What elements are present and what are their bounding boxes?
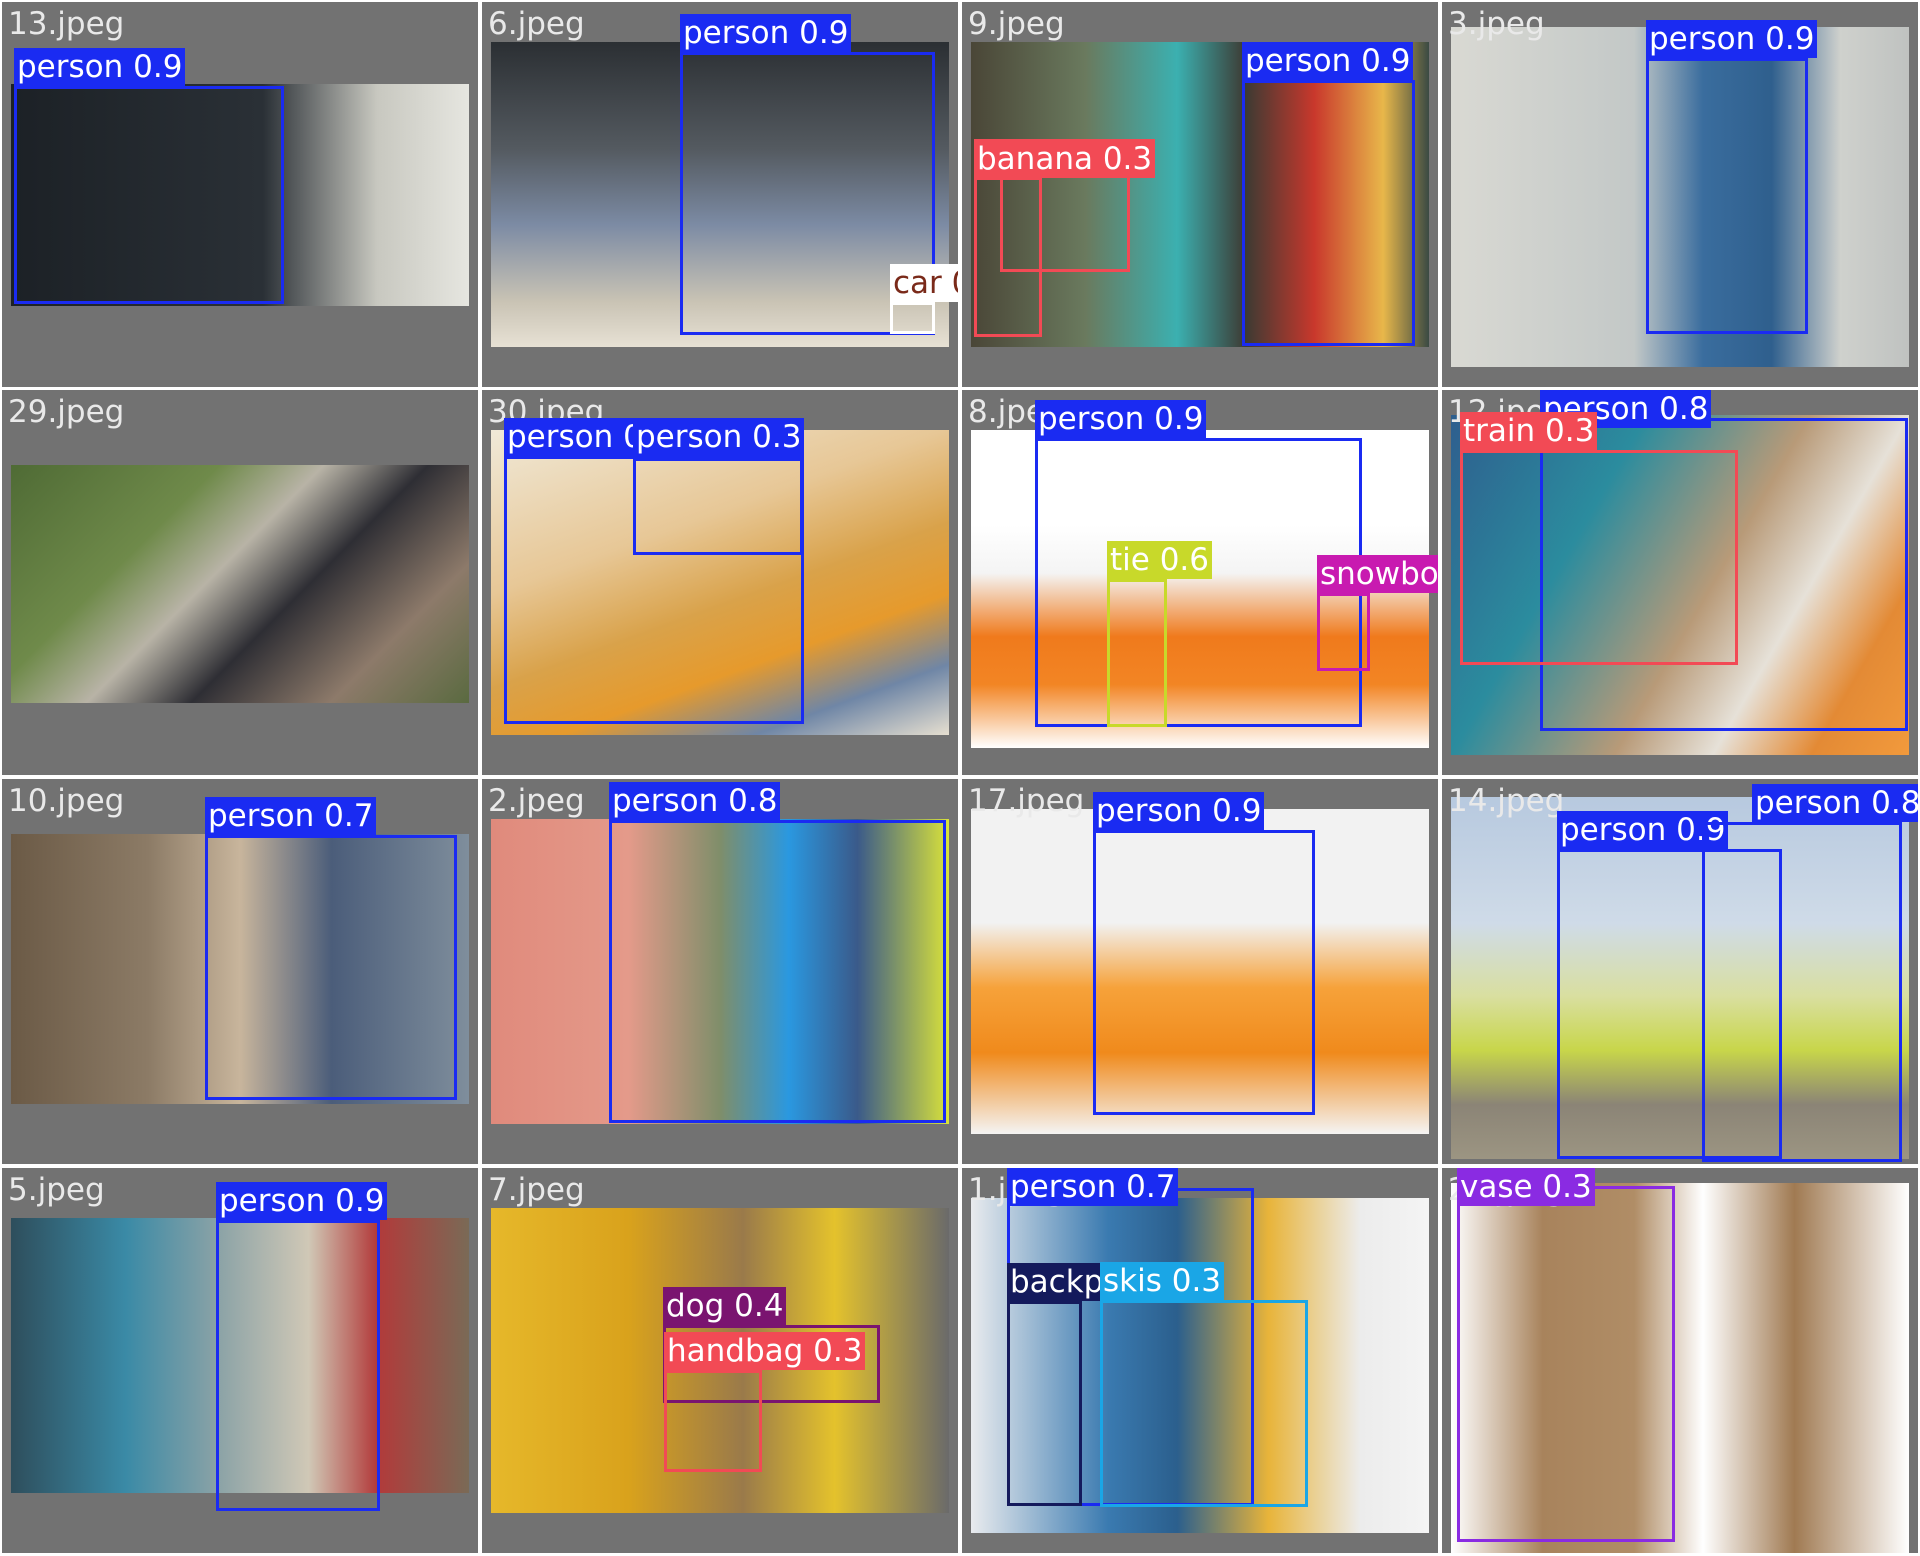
tile-8: 8.jpegperson 0.9tie 0.6snowboard 0.3	[962, 390, 1438, 775]
detection-label: person 0.9	[216, 1182, 388, 1220]
tile-13: 13.jpeg person 0.9	[2, 2, 478, 387]
detection-label: person 0.9	[1242, 42, 1414, 80]
detection-mosaic: 13.jpeg person 0.9 6.jpeg person 0.9 car 0.4…	[0, 0, 1920, 1556]
detection-label: train 0.3	[1460, 412, 1598, 450]
detection-label: car 0.4	[890, 264, 958, 302]
tile-filename: 14.jpeg	[1448, 783, 1565, 819]
detection-box	[890, 302, 935, 334]
tile-17: 17.jpeg person 0.9	[962, 779, 1438, 1164]
detection-box	[1457, 1186, 1675, 1542]
tile-1: 1.jpegperson 0.7backpack 0.4skis 0.3	[962, 1168, 1438, 1553]
detection-label: vase 0.3	[1457, 1168, 1595, 1206]
tile-filename: 2.jpeg	[488, 783, 585, 819]
detection-label: person 0.9	[1035, 400, 1207, 438]
detection-label: dog 0.4	[663, 1287, 787, 1325]
tile-filename: 5.jpeg	[8, 1172, 105, 1208]
tile-filename: 9.jpeg	[968, 6, 1065, 42]
tile-12: 12.jpegperson 0.8train 0.3	[1442, 390, 1918, 775]
detection-box	[1317, 593, 1370, 671]
tile-6: 6.jpeg person 0.9 car 0.4	[482, 2, 958, 387]
tile-3: 3.jpeg person 0.9	[1442, 2, 1918, 387]
detection-box	[1702, 822, 1902, 1162]
tile-filename: 29.jpeg	[8, 394, 125, 430]
detection-label: tie 0.6	[1107, 541, 1212, 579]
detection-label: skis 0.3	[1100, 1262, 1225, 1300]
detection-box	[1035, 438, 1362, 727]
tile-9: 9.jpegbanana 0.8banana 0.3person 0.9	[962, 2, 1438, 387]
detection-label: person 0.9	[1093, 792, 1265, 830]
tile-filename: 17.jpeg	[968, 783, 1085, 819]
detection-label: person 0.7	[1007, 1168, 1179, 1206]
detection-box	[205, 835, 457, 1100]
detection-label: person 0.9	[680, 14, 852, 52]
detection-label: banana 0.3	[974, 140, 1156, 178]
detection-label: snowboard 0.3	[1317, 555, 1438, 593]
tile-filename: 7.jpeg	[488, 1172, 585, 1208]
tile-filename: 13.jpeg	[8, 6, 125, 42]
detection-box	[216, 1220, 380, 1511]
tile-filename: 6.jpeg	[488, 6, 585, 42]
detection-label: person 0.8	[609, 782, 781, 820]
detection-box	[14, 86, 284, 304]
detection-box	[664, 1370, 762, 1472]
detection-box	[1093, 830, 1315, 1115]
tile-29: 29.jpeg	[2, 390, 478, 775]
detection-box	[1107, 579, 1167, 727]
detection-box	[1242, 80, 1415, 346]
detection-box	[609, 820, 946, 1123]
detection-label: person 0.3	[633, 418, 805, 456]
detection-box	[633, 458, 803, 555]
tile-14: 14.jpeg person 0.9 person 0.8	[1442, 779, 1918, 1164]
tile-filename: 10.jpeg	[8, 783, 125, 819]
detection-label: handbag 0.3	[664, 1332, 866, 1370]
tile-5: 5.jpeg person 0.9	[2, 1168, 478, 1553]
detection-box	[1460, 450, 1738, 665]
detection-box	[1007, 1301, 1082, 1506]
tile-23: 23.jpegvase 0.3	[1442, 1168, 1918, 1553]
tile-2: 2.jpeg person 0.8	[482, 779, 958, 1164]
detection-label: person 0.9	[1646, 20, 1818, 58]
tile-30: 30.jpeg person 0.3 person 0.3	[482, 390, 958, 775]
detection-box	[1646, 58, 1808, 334]
tile-photo	[11, 465, 469, 703]
tile-7: 7.jpeg dog 0.4 handbag 0.3	[482, 1168, 958, 1553]
tile-10: 10.jpeg person 0.7	[2, 779, 478, 1164]
detection-label: person 0.8	[1752, 784, 1918, 822]
detection-label: person 0.9	[14, 48, 186, 86]
detection-label: person 0.7	[205, 797, 377, 835]
tile-filename: 3.jpeg	[1448, 6, 1545, 42]
detection-box	[1100, 1300, 1308, 1507]
